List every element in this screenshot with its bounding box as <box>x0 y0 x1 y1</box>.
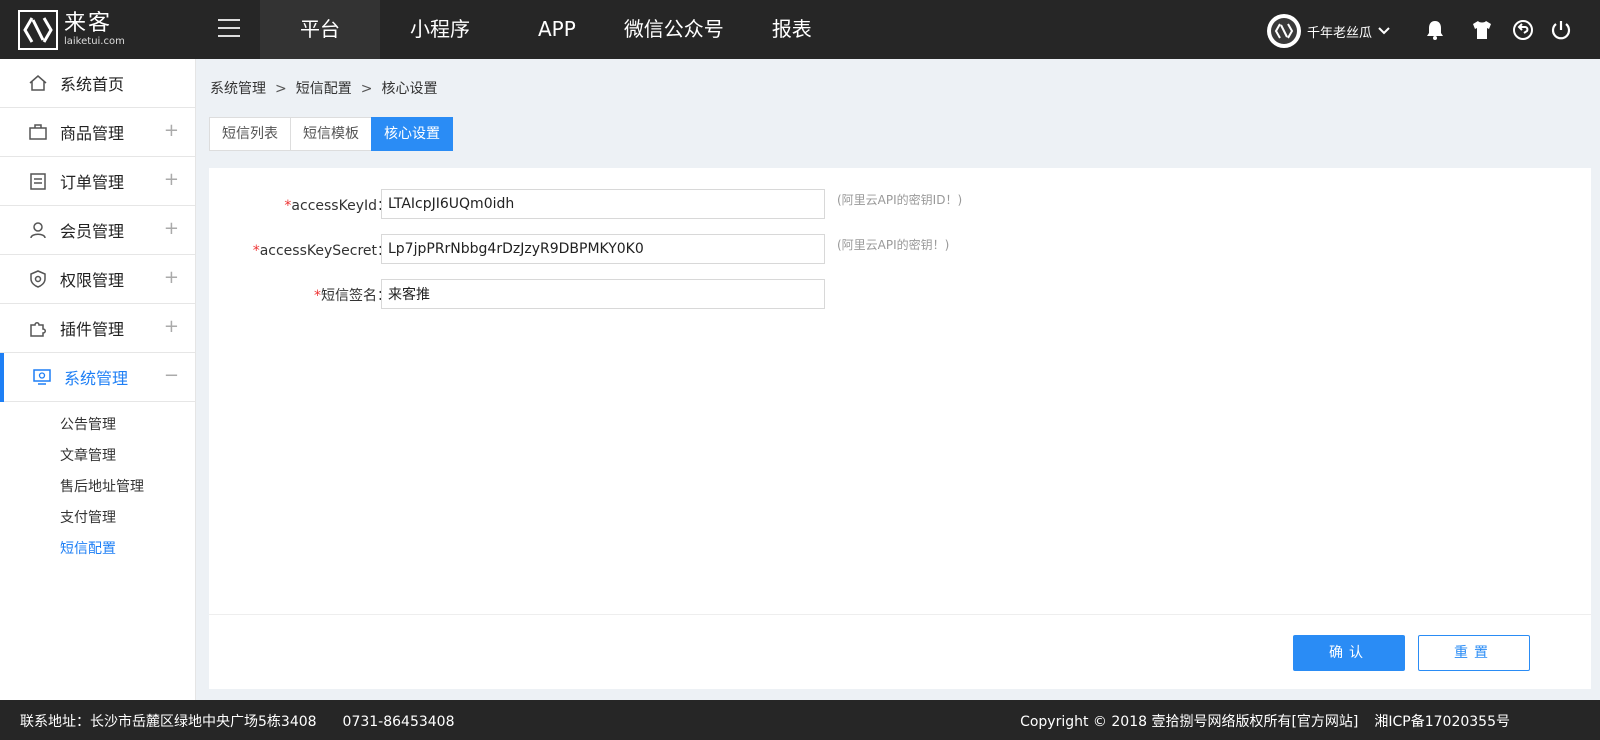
tab-bar: 短信列表 短信模板 核心设置 <box>209 117 453 151</box>
nav-platform[interactable]: 平台 <box>260 0 380 59</box>
sidebar-item-permissions[interactable]: 权限管理 + <box>0 255 195 304</box>
sidebar-item-plugins[interactable]: 插件管理 + <box>0 304 195 353</box>
bag-icon <box>28 122 48 142</box>
sidebar-item-label: 系统首页 <box>60 75 125 94</box>
breadcrumb-item[interactable]: 短信配置 <box>296 81 352 97</box>
submenu-item-payment[interactable]: 支付管理 <box>0 503 195 534</box>
submenu-item-aftersale-address[interactable]: 售后地址管理 <box>0 472 195 503</box>
submenu-item-articles[interactable]: 文章管理 <box>0 441 195 472</box>
form-row-sms-signature: *短信签名： <box>209 279 1209 309</box>
sidebar-item-orders[interactable]: 订单管理 + <box>0 157 195 206</box>
power-icon[interactable] <box>1550 19 1572 41</box>
footer-address: 联系地址：长沙市岳麓区绿地中央广场5栋3408 <box>20 714 317 730</box>
chevron-down-icon <box>1378 24 1390 38</box>
puzzle-icon <box>28 318 48 338</box>
required-mark: * <box>252 243 260 259</box>
form-row-access-key-id: *accessKeyId： (阿里云API的密钥ID！) <box>209 189 1209 219</box>
avatar <box>1267 14 1301 48</box>
tab-sms-template[interactable]: 短信模板 <box>290 117 372 151</box>
bell-icon[interactable] <box>1424 19 1446 41</box>
settings-panel: *accessKeyId： (阿里云API的密钥ID！) *accessKeyS… <box>209 168 1591 689</box>
expand-icon[interactable]: + <box>164 220 179 238</box>
top-bar: 来客 laiketui.com 平台 小程序 APP 微信公众号 报表 千年老丝… <box>0 0 1600 59</box>
expand-icon[interactable]: + <box>164 171 179 189</box>
nav-miniprogram[interactable]: 小程序 <box>380 0 500 59</box>
required-mark: * <box>314 288 321 304</box>
sidebar-item-home[interactable]: 系统首页 <box>0 59 195 108</box>
submenu-item-sms-config[interactable]: 短信配置 <box>0 534 195 565</box>
sidebar-item-members[interactable]: 会员管理 + <box>0 206 195 255</box>
field-hint: (阿里云API的密钥ID！) <box>837 193 963 207</box>
menu-toggle-icon[interactable] <box>218 19 240 39</box>
form-row-access-key-secret: *accessKeySecret： (阿里云API的密钥！) <box>209 234 1209 264</box>
user-name: 千年老丝瓜 <box>1307 25 1373 41</box>
footer-phone: 0731-86453408 <box>342 714 455 730</box>
access-key-id-input[interactable] <box>381 189 825 219</box>
user-menu[interactable]: 千年老丝瓜 <box>1267 14 1390 48</box>
field-label: *accessKeySecret： <box>252 243 391 259</box>
sidebar-item-label: 商品管理 <box>60 124 125 143</box>
tab-core-settings[interactable]: 核心设置 <box>371 117 453 151</box>
expand-icon[interactable]: + <box>164 269 179 287</box>
monitor-icon <box>32 367 52 387</box>
back-icon[interactable] <box>1512 19 1534 41</box>
breadcrumb-current: 核心设置 <box>381 81 438 97</box>
shirt-icon[interactable] <box>1471 19 1493 41</box>
nav-wechat[interactable]: 微信公众号 <box>614 0 734 59</box>
footer: 联系地址：长沙市岳麓区绿地中央广场5栋3408 0731-86453408 Cop… <box>0 700 1600 740</box>
sidebar-item-label: 系统管理 <box>64 369 129 388</box>
access-key-secret-input[interactable] <box>381 234 825 264</box>
breadcrumb-separator: > <box>360 81 373 97</box>
field-label: *accessKeyId： <box>284 198 391 214</box>
user-icon <box>28 220 48 240</box>
nav-report[interactable]: 报表 <box>734 0 850 59</box>
nav-app[interactable]: APP <box>500 0 614 59</box>
breadcrumb-item[interactable]: 系统管理 <box>210 81 266 97</box>
home-icon <box>28 73 48 93</box>
sidebar-item-label: 订单管理 <box>60 173 125 192</box>
logo[interactable]: 来客 laiketui.com <box>18 10 128 50</box>
breadcrumb: 系统管理 > 短信配置 > 核心设置 <box>210 78 437 98</box>
logo-mark-icon <box>18 10 58 50</box>
sidebar: 系统首页 商品管理 + 订单管理 + 会员管理 + 权限管理 + 插件管理 + <box>0 59 196 700</box>
sidebar-item-label: 权限管理 <box>60 271 125 290</box>
submenu-system: 公告管理 文章管理 售后地址管理 支付管理 短信配置 <box>0 402 195 565</box>
top-nav: 平台 小程序 APP 微信公众号 报表 <box>260 0 850 59</box>
field-hint: (阿里云API的密钥！) <box>837 238 950 252</box>
sidebar-item-label: 会员管理 <box>60 222 125 241</box>
field-label: *短信签名： <box>314 288 391 304</box>
reset-button[interactable]: 重置 <box>1418 635 1530 671</box>
sms-signature-input[interactable] <box>381 279 825 309</box>
footer-copyright[interactable]: Copyright © 2018 壹拾捌号网络版权所有[官方网站] <box>1020 714 1358 730</box>
expand-icon[interactable]: + <box>164 122 179 140</box>
submenu-item-announcements[interactable]: 公告管理 <box>0 410 195 441</box>
expand-icon[interactable]: + <box>164 318 179 336</box>
sidebar-item-label: 插件管理 <box>60 320 125 339</box>
logo-domain: laiketui.com <box>64 36 125 47</box>
divider <box>209 614 1591 615</box>
sidebar-item-goods[interactable]: 商品管理 + <box>0 108 195 157</box>
logo-title: 来客 <box>64 11 113 36</box>
sidebar-item-system[interactable]: 系统管理 − <box>0 353 195 402</box>
collapse-icon[interactable]: − <box>164 367 179 385</box>
shield-icon <box>28 269 48 289</box>
footer-icp[interactable]: 湘ICP备17020355号 <box>1374 714 1510 730</box>
breadcrumb-separator: > <box>275 81 287 97</box>
tab-sms-list[interactable]: 短信列表 <box>209 117 291 151</box>
confirm-button[interactable]: 确认 <box>1293 635 1405 671</box>
clipboard-icon <box>28 171 48 191</box>
